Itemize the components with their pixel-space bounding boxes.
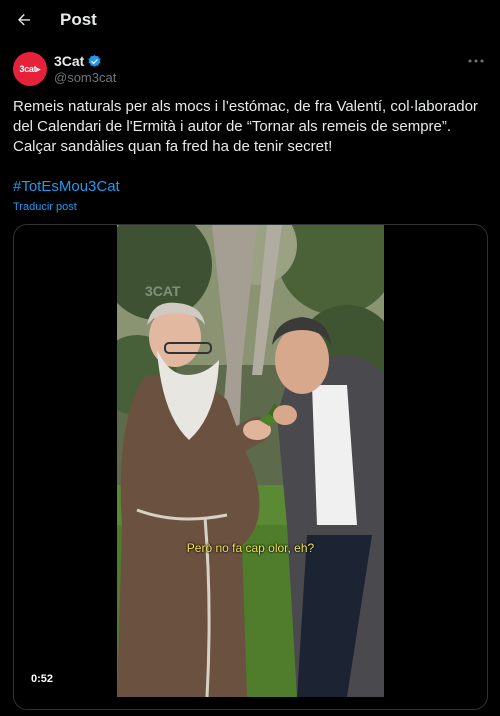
more-dots-icon <box>468 59 484 63</box>
video-player[interactable]: 3CAT Però no fa cap olor, eh? <box>117 225 384 697</box>
page-title: Post <box>60 10 97 29</box>
arrow-left-icon <box>18 14 30 26</box>
author-display-name[interactable]: 3Cat <box>54 53 84 69</box>
author-handle[interactable]: @som3cat <box>54 70 116 85</box>
avatar[interactable]: 3cat▸ <box>13 52 47 86</box>
video-watermark: 3CAT <box>145 283 181 299</box>
hashtag-link[interactable]: #TotEsMou3Cat <box>13 178 120 195</box>
author-name-row: 3Cat <box>54 52 102 70</box>
avatar-logo-text: 3cat▸ <box>19 63 41 74</box>
video-subtitle: Però no fa cap olor, eh? <box>186 541 315 555</box>
translate-post-link[interactable]: Traducir post <box>13 201 77 213</box>
video-card[interactable]: 3CAT Però no fa cap olor, eh? 0:52 <box>13 224 488 710</box>
more-options-button[interactable] <box>464 52 488 70</box>
top-bar: Post <box>0 0 500 40</box>
post-text: Remeis naturals per als mocs i l’estómac… <box>13 98 478 155</box>
back-button[interactable] <box>10 6 38 34</box>
video-duration: 0:52 <box>27 671 58 687</box>
verified-badge-icon <box>88 54 101 67</box>
